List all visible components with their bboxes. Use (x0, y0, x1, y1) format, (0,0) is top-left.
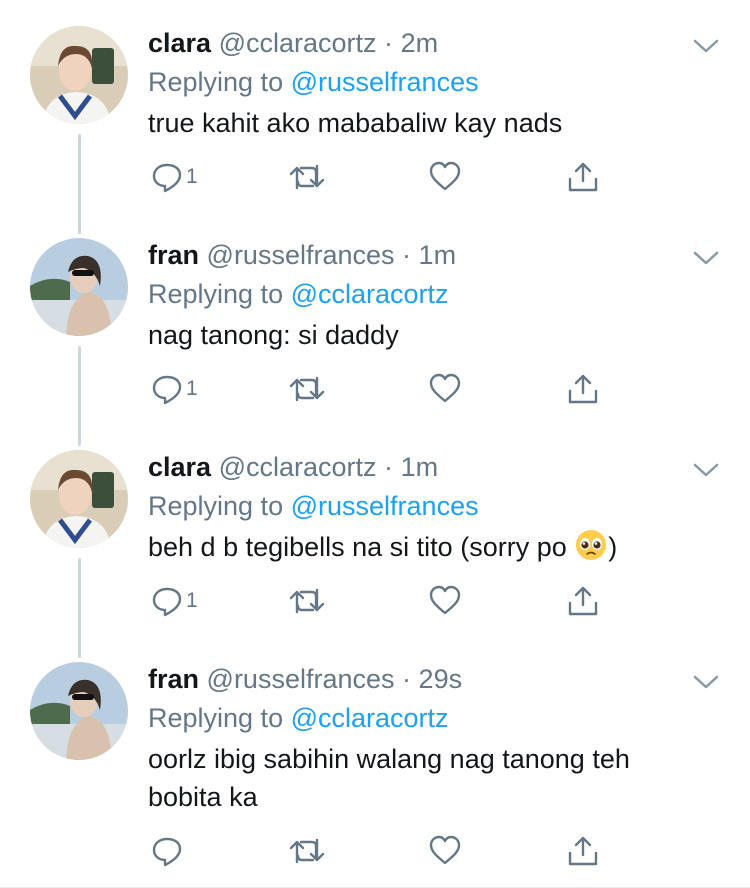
tweet-actions: 1 (150, 160, 610, 196)
heart-icon (429, 161, 461, 191)
reply-count: 1 (186, 165, 198, 188)
display-name[interactable]: fran (148, 664, 199, 694)
share-button[interactable] (566, 372, 600, 406)
tweet[interactable]: clara @cclaracortz · 1m Replying to @rus… (0, 450, 750, 630)
heart-icon (429, 373, 461, 403)
avatar[interactable] (30, 26, 128, 124)
tweet-content: fran @russelfrances · 1m Replying to @cc… (148, 238, 730, 354)
replying-to-handle[interactable]: @cclaracortz (291, 279, 449, 309)
tweet-text: true kahit ako mababaliw kay nads (148, 108, 563, 138)
heart-icon (429, 585, 461, 615)
timestamp[interactable]: 1m (401, 452, 439, 482)
tweet[interactable]: fran @russelfrances · 29s Replying to @c… (0, 662, 750, 888)
tweet-text: oorlz ibig sabihin walang nag tanong teh… (148, 744, 630, 812)
timestamp[interactable]: 2m (401, 28, 439, 58)
share-button[interactable] (566, 584, 600, 618)
heart-icon (429, 835, 461, 865)
tweet-actions (150, 834, 610, 870)
replying-to: Replying to @cclaracortz (148, 277, 730, 311)
tweet-text-part: ) (608, 532, 618, 562)
like-button[interactable] (428, 834, 462, 868)
tweet-header: clara @cclaracortz · 1m (148, 450, 730, 484)
tweet-text-part: beh d b tegibells na si tito (sorry po (148, 532, 575, 562)
separator-dot: · (384, 28, 394, 58)
tweet-header: fran @russelfrances · 29s (148, 662, 730, 696)
reply-icon (152, 375, 182, 405)
replying-to-label: Replying to (148, 491, 284, 521)
avatar[interactable] (30, 450, 128, 548)
tweet-content: fran @russelfrances · 29s Replying to @c… (148, 662, 730, 816)
share-icon (568, 586, 598, 616)
retweet-icon (289, 838, 325, 864)
share-icon (568, 836, 598, 866)
replying-to-handle[interactable]: @cclaracortz (291, 703, 449, 733)
reply-button[interactable]: 1 (150, 584, 198, 618)
reply-icon (152, 837, 182, 867)
share-icon (568, 162, 598, 192)
separator-dot: · (402, 664, 412, 694)
retweet-icon (289, 376, 325, 402)
share-button[interactable] (566, 160, 600, 194)
reply-count: 1 (186, 377, 198, 400)
user-handle[interactable]: @russelfrances (207, 664, 395, 694)
tweet-header: fran @russelfrances · 1m (148, 238, 730, 272)
retweet-button[interactable] (288, 160, 326, 194)
avatar[interactable] (30, 662, 128, 760)
tweet-content: clara @cclaracortz · 2m Replying to @rus… (148, 26, 730, 142)
display-name[interactable]: clara (148, 28, 211, 58)
retweet-button[interactable] (288, 372, 326, 406)
tweet[interactable]: fran @russelfrances · 1m Replying to @cc… (0, 238, 750, 418)
reply-count: 1 (186, 589, 198, 612)
reply-button[interactable]: 1 (150, 372, 198, 406)
display-name[interactable]: clara (148, 452, 211, 482)
user-handle[interactable]: @cclaracortz (219, 28, 377, 58)
share-icon (568, 374, 598, 404)
like-button[interactable] (428, 584, 462, 618)
pleading-face-emoji (576, 530, 607, 560)
replying-to: Replying to @russelfrances (148, 65, 730, 99)
timestamp[interactable]: 1m (419, 240, 457, 270)
share-button[interactable] (566, 834, 600, 868)
timestamp[interactable]: 29s (419, 664, 463, 694)
retweet-icon (289, 164, 325, 190)
retweet-button[interactable] (288, 584, 326, 618)
retweet-icon (289, 588, 325, 614)
retweet-button[interactable] (288, 834, 326, 868)
tweet-text: nag tanong: si daddy (148, 320, 399, 350)
replying-to: Replying to @russelfrances (148, 489, 730, 523)
tweet[interactable]: clara @cclaracortz · 2m Replying to @rus… (0, 26, 750, 206)
avatar[interactable] (30, 238, 128, 336)
tweet-actions: 1 (150, 372, 610, 408)
display-name[interactable]: fran (148, 240, 199, 270)
chevron-down-icon[interactable] (692, 460, 720, 480)
separator-dot: · (402, 240, 412, 270)
replying-to-handle[interactable]: @russelfrances (291, 491, 479, 521)
replying-to-handle[interactable]: @russelfrances (291, 67, 479, 97)
user-handle[interactable]: @cclaracortz (219, 452, 377, 482)
chevron-down-icon[interactable] (692, 248, 720, 268)
like-button[interactable] (428, 160, 462, 194)
user-handle[interactable]: @russelfrances (207, 240, 395, 270)
replying-to-label: Replying to (148, 279, 284, 309)
reply-icon (152, 163, 182, 193)
reply-button[interactable]: 1 (150, 160, 198, 194)
tweet-header: clara @cclaracortz · 2m (148, 26, 730, 60)
replying-to-label: Replying to (148, 67, 284, 97)
tweet-actions: 1 (150, 584, 610, 620)
like-button[interactable] (428, 372, 462, 406)
replying-to: Replying to @cclaracortz (148, 701, 730, 735)
chevron-down-icon[interactable] (692, 672, 720, 692)
replying-to-label: Replying to (148, 703, 284, 733)
separator-dot: · (384, 452, 394, 482)
reply-button[interactable] (150, 834, 186, 868)
reply-icon (152, 587, 182, 617)
chevron-down-icon[interactable] (692, 36, 720, 56)
tweet-content: clara @cclaracortz · 1m Replying to @rus… (148, 450, 730, 566)
tweet-text: beh d b tegibells na si tito (sorry po ) (148, 528, 730, 566)
